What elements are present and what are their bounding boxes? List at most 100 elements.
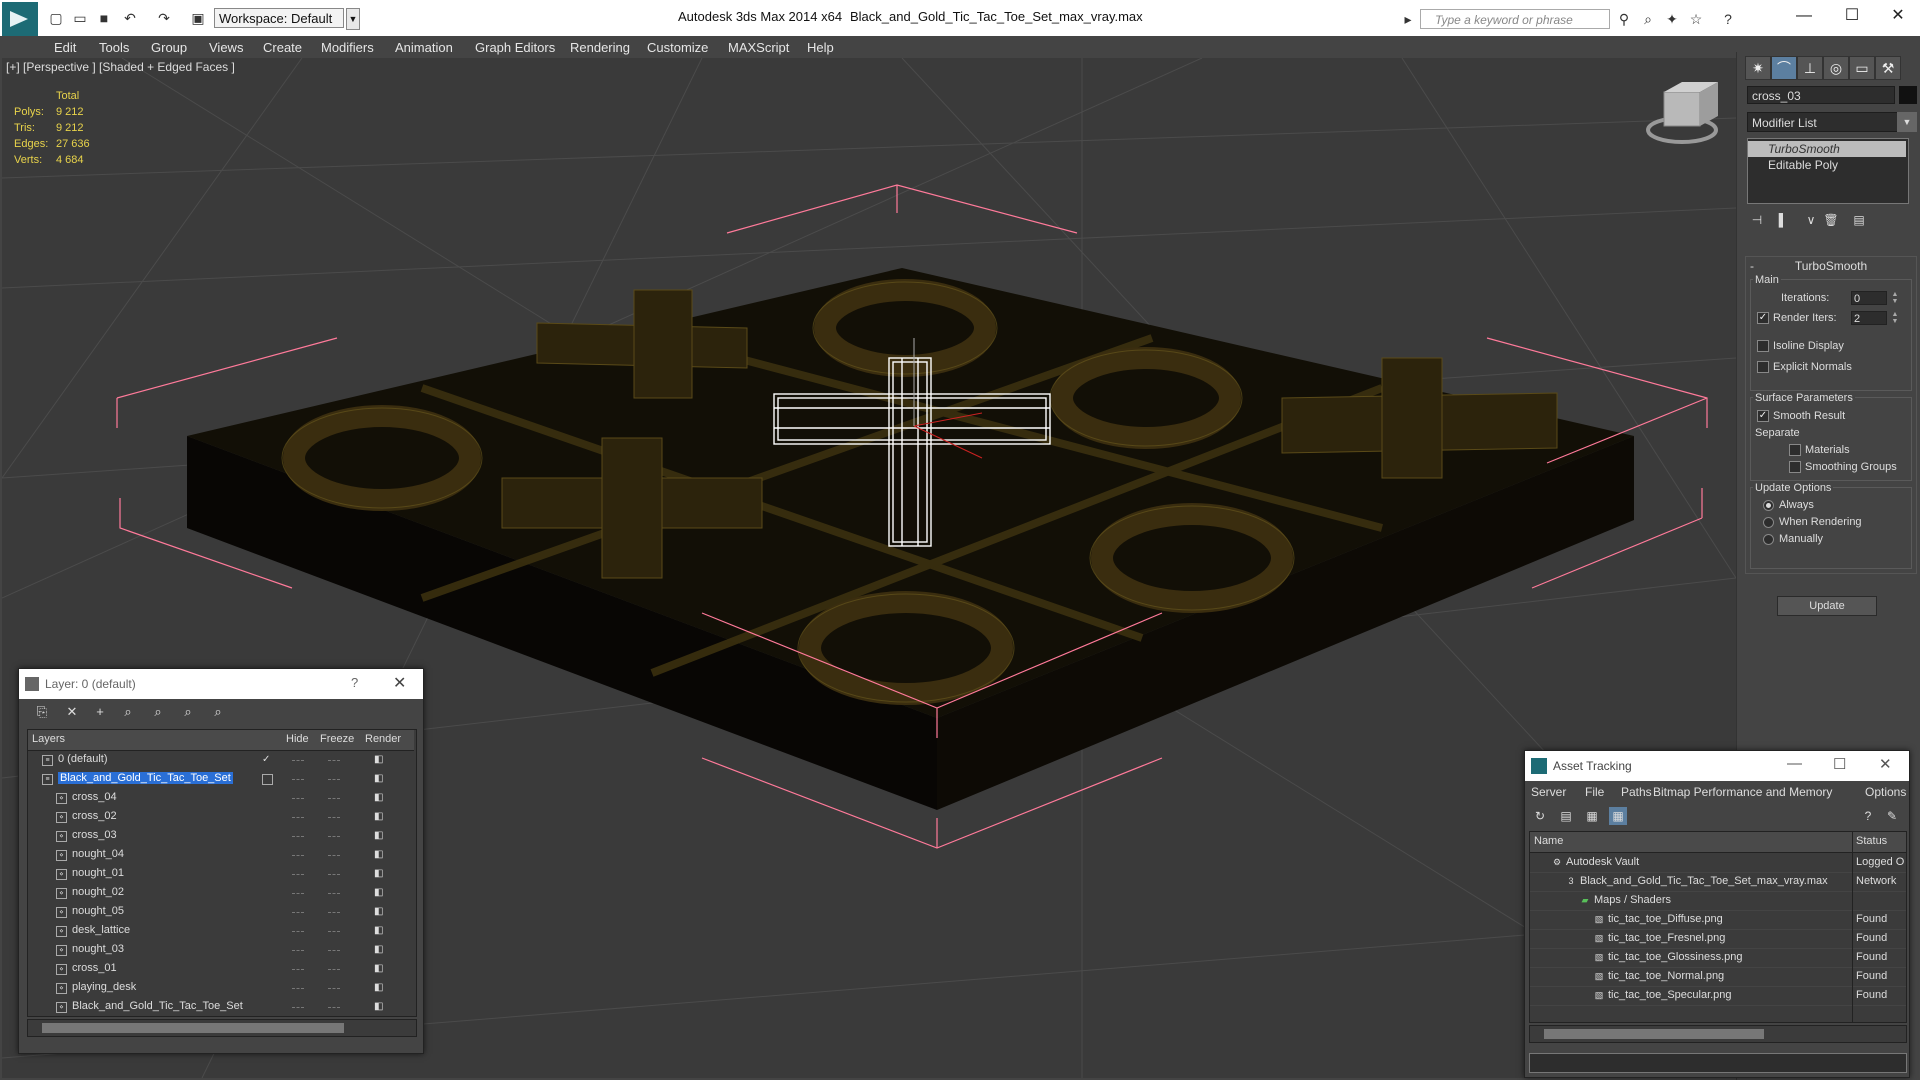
configure-modifier-sets-icon[interactable]: ▤ (1849, 210, 1869, 230)
tab-display-icon[interactable]: ▭ (1849, 56, 1875, 80)
asset-menu-file[interactable]: File (1585, 785, 1604, 799)
highlight-icon[interactable]: ✎ (1883, 807, 1901, 825)
freeze-all-icon[interactable]: ⌕ (209, 703, 227, 721)
scrollbar-thumb[interactable] (42, 1023, 344, 1033)
render-teapot-icon[interactable]: ◧ (374, 869, 384, 879)
object-name-field[interactable]: cross_03 (1747, 86, 1895, 104)
new-file-icon[interactable]: ▢ (48, 10, 64, 26)
asset-row[interactable]: 3 Black_and_Gold_Tic_Tac_Toe_Set_max_vray… (1530, 872, 1906, 892)
asset-row[interactable]: ▧ tic_tac_toe_Diffuse.png Found (1530, 910, 1906, 930)
render-teapot-icon[interactable]: ◧ (374, 812, 384, 822)
stack-item-turbosmooth[interactable]: TurboSmooth (1748, 141, 1906, 157)
tab-motion-icon[interactable]: ◎ (1823, 56, 1849, 80)
freeze-toggle[interactable] (328, 893, 340, 895)
project-folder-icon[interactable]: ▣ (190, 10, 206, 26)
render-teapot-icon[interactable]: ◧ (374, 907, 384, 917)
menu-help[interactable]: Help (807, 40, 834, 55)
freeze-toggle[interactable] (328, 912, 340, 914)
subscription-icon[interactable]: ✦ (1664, 11, 1680, 27)
update-button[interactable]: Update (1777, 596, 1877, 616)
thumbnail-view-icon[interactable]: ▦ (1583, 807, 1601, 825)
asset-window-titlebar[interactable]: Asset Tracking — ☐ ✕ (1525, 751, 1909, 781)
layer-row[interactable]: ⋄ cross_01 ◧ (28, 960, 414, 979)
freeze-toggle[interactable] (328, 1007, 340, 1009)
current-layer-toggle[interactable] (262, 774, 273, 785)
render-iters-spinner[interactable]: 2 (1851, 311, 1887, 325)
select-objects-icon[interactable]: ⌕ (119, 703, 137, 721)
spinner-arrows-icon[interactable]: ▲ ▼ (1891, 311, 1899, 325)
render-teapot-icon[interactable]: ◧ (374, 945, 384, 955)
spinner-arrows-icon[interactable]: ▲ ▼ (1891, 291, 1899, 305)
favorites-star-icon[interactable]: ☆ (1688, 11, 1704, 27)
menu-rendering[interactable]: Rendering (570, 40, 630, 55)
render-teapot-icon[interactable]: ◧ (374, 1002, 384, 1012)
redo-icon[interactable]: ↷ (156, 10, 172, 26)
menu-tools[interactable]: Tools (99, 40, 129, 55)
render-teapot-icon[interactable]: ◧ (374, 926, 384, 936)
layer-row[interactable]: ⋄ Black_and_Gold_Tic_Tac_Toe_Set ◧ (28, 998, 414, 1017)
render-teapot-icon[interactable]: ◧ (374, 774, 384, 784)
pin-stack-icon[interactable]: ⊣ (1747, 210, 1767, 230)
freeze-toggle[interactable] (328, 988, 340, 990)
layer-row[interactable]: ≡ Black_and_Gold_Tic_Tac_Toe_Set ◧ (28, 770, 414, 789)
when-rendering-radio[interactable] (1763, 517, 1774, 528)
layer-row[interactable]: ⋄ nought_04 ◧ (28, 846, 414, 865)
remove-modifier-icon[interactable]: 🗑 (1821, 210, 1841, 230)
close-icon[interactable]: ✕ (1879, 755, 1892, 773)
menu-customize[interactable]: Customize (647, 40, 708, 55)
hide-toggle[interactable] (292, 855, 304, 857)
search-input[interactable]: Type a keyword or phrase (1420, 9, 1610, 29)
layer-row[interactable]: ⋄ cross_04 ◧ (28, 789, 414, 808)
create-layer-icon[interactable]: ⎘ (33, 703, 51, 721)
help-icon[interactable]: ? (1859, 807, 1877, 825)
search-icon[interactable]: ⌕ (1640, 11, 1656, 27)
column-hide[interactable]: Hide (286, 733, 309, 745)
layer-name[interactable]: nought_05 (72, 905, 124, 917)
layer-row[interactable]: ⋄ nought_05 ◧ (28, 903, 414, 922)
highlight-layer-icon[interactable]: ⌕ (149, 703, 167, 721)
layer-row[interactable]: ≡ 0 (default) ✓ ◧ (28, 751, 414, 770)
stack-item-editable-poly[interactable]: Editable Poly (1748, 157, 1906, 173)
asset-path-field[interactable] (1529, 1053, 1907, 1073)
freeze-toggle[interactable] (328, 950, 340, 952)
render-teapot-icon[interactable]: ◧ (374, 755, 384, 765)
hide-toggle[interactable] (292, 1007, 304, 1009)
layer-row[interactable]: ⋄ cross_02 ◧ (28, 808, 414, 827)
hide-toggle[interactable] (292, 893, 304, 895)
freeze-toggle[interactable] (328, 779, 340, 781)
render-teapot-icon[interactable]: ◧ (374, 793, 384, 803)
workspace-selector[interactable]: Workspace: Default (214, 8, 344, 28)
materials-checkbox[interactable] (1789, 444, 1801, 456)
app-menu-button[interactable] (2, 2, 38, 36)
layer-name[interactable]: playing_desk (72, 981, 136, 993)
hide-toggle[interactable] (292, 760, 304, 762)
column-name[interactable]: Name (1534, 835, 1563, 847)
menu-edit[interactable]: Edit (54, 40, 76, 55)
column-status[interactable]: Status (1856, 835, 1887, 847)
add-to-layer-icon[interactable]: + (91, 703, 109, 721)
manually-radio[interactable] (1763, 534, 1774, 545)
layer-row[interactable]: ⋄ nought_01 ◧ (28, 865, 414, 884)
asset-row[interactable]: ▧ tic_tac_toe_Glossiness.png Found (1530, 948, 1906, 968)
rollout-title[interactable]: TurboSmooth (1746, 259, 1916, 273)
column-render[interactable]: Render (365, 733, 401, 745)
layer-name[interactable]: Black_and_Gold_Tic_Tac_Toe_Set (58, 772, 233, 784)
undo-icon[interactable]: ↶ (122, 10, 138, 26)
delete-layer-icon[interactable]: ✕ (63, 703, 81, 721)
hide-toggle[interactable] (292, 988, 304, 990)
smoothing-groups-checkbox[interactable] (1789, 461, 1801, 473)
menu-graph-editors[interactable]: Graph Editors (475, 40, 555, 55)
hide-toggle[interactable] (292, 817, 304, 819)
maximize-button[interactable]: ☐ (1832, 4, 1872, 28)
tab-create-icon[interactable]: ✷ (1745, 56, 1771, 80)
layer-name[interactable]: nought_01 (72, 867, 124, 879)
tab-utilities-icon[interactable]: ⚒ (1875, 56, 1901, 80)
search-expand-icon[interactable]: ▸ (1400, 11, 1416, 27)
refresh-icon[interactable]: ↻ (1531, 807, 1549, 825)
menu-maxscript[interactable]: MAXScript (728, 40, 789, 55)
viewport-label[interactable]: [+] [Perspective ] [Shaded + Edged Faces… (6, 60, 235, 74)
minimize-icon[interactable]: — (1787, 755, 1802, 772)
save-file-icon[interactable]: ■ (96, 10, 112, 26)
layer-row[interactable]: ⋄ nought_03 ◧ (28, 941, 414, 960)
layer-name[interactable]: cross_01 (72, 962, 117, 974)
